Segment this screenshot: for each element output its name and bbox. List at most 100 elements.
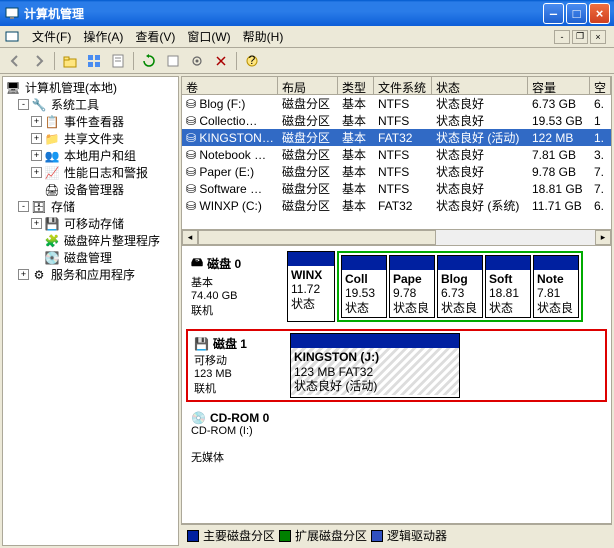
col-capacity[interactable]: 容量 (528, 77, 590, 94)
col-fs[interactable]: 文件系统 (374, 77, 432, 94)
removable-icon: 💾 (44, 216, 60, 232)
tree-perflogs[interactable]: + 📈 性能日志和警报 (5, 164, 176, 181)
volume-icon: ⛁ (186, 182, 199, 196)
diskmgmt-icon: 💽 (44, 250, 60, 266)
partition[interactable]: KINGSTON (J:)123 MB FAT32状态良好 (活动) (290, 333, 460, 398)
menu-action[interactable]: 操作(A) (77, 26, 129, 47)
app-icon (4, 5, 20, 21)
extended-partition: Coll19.53状态 Pape9.78状态良 Blog6.73状态良 Soft… (337, 251, 583, 322)
disk-layout-pane: 🖴磁盘 0 基本 74.40 GB 联机 WINX11.72状态 Coll19.… (181, 246, 612, 524)
mdi-restore-button[interactable]: ❐ (572, 30, 588, 44)
expand-icon[interactable]: + (31, 150, 42, 161)
tree-systools[interactable]: - 🔧 系统工具 (5, 96, 176, 113)
mdi-min-button[interactable]: - (554, 30, 570, 44)
col-volume[interactable]: 卷 (182, 77, 278, 94)
partition[interactable]: WINX11.72状态 (287, 251, 335, 322)
table-row[interactable]: ⛁ Collectio…磁盘分区基本NTFS状态良好19.53 GB1 (182, 112, 611, 129)
col-type[interactable]: 类型 (338, 77, 374, 94)
volume-icon: ⛁ (186, 131, 199, 145)
menu-file[interactable]: 文件(F) (26, 26, 77, 47)
computer-icon: 🖥 (5, 80, 21, 96)
legend: 主要磁盘分区 扩展磁盘分区 逻辑驱动器 (181, 524, 612, 546)
minimize-button[interactable]: ‒ (543, 3, 564, 24)
toolbar: ? (0, 48, 614, 74)
mdi-close-button[interactable]: × (590, 30, 606, 44)
tree-defrag[interactable]: 🧩 磁盘碎片整理程序 (5, 232, 176, 249)
scroll-thumb[interactable] (198, 230, 436, 245)
tree-devmgr[interactable]: 🖨 设备管理器 (5, 181, 176, 198)
expand-icon[interactable]: + (31, 218, 42, 229)
volume-table: 卷 布局 类型 文件系统 状态 容量 空 ⛁ Blog (F:)磁盘分区基本NT… (181, 76, 612, 246)
up-button[interactable] (59, 50, 81, 72)
device-icon: 🖨 (44, 182, 60, 198)
close-button[interactable]: × (589, 3, 610, 24)
table-row[interactable]: ⛁ WINXP (C:)磁盘分区基本FAT32状态良好 (系统)11.71 GB… (182, 197, 611, 214)
scroll-left-button[interactable]: ◂ (182, 230, 198, 245)
col-free[interactable]: 空 (590, 77, 611, 94)
expand-icon[interactable]: + (18, 269, 29, 280)
tree-sharedfolders[interactable]: + 📁 共享文件夹 (5, 130, 176, 147)
disk-row-cdrom[interactable]: 💿CD-ROM 0 CD-ROM (I:) 无媒体 (186, 408, 607, 468)
removable-disk-icon: 💾 (194, 337, 209, 351)
partition[interactable]: Soft18.81状态 (485, 255, 531, 318)
tree-removable[interactable]: + 💾 可移动存储 (5, 215, 176, 232)
help-button[interactable]: ? (241, 50, 263, 72)
legend-primary: 主要磁盘分区 (203, 527, 275, 544)
legend-logical: 逻辑驱动器 (387, 527, 447, 544)
table-row[interactable]: ⛁ Software …磁盘分区基本NTFS状态良好18.81 GB7. (182, 180, 611, 197)
expand-icon[interactable]: + (31, 133, 42, 144)
expand-icon[interactable]: + (31, 167, 42, 178)
table-header: 卷 布局 类型 文件系统 状态 容量 空 (182, 77, 611, 95)
tree-eventviewer[interactable]: + 📋 事件查看器 (5, 113, 176, 130)
legend-swatch-extended (279, 530, 291, 542)
collapse-icon[interactable]: - (18, 201, 29, 212)
partition[interactable]: Blog6.73状态良 (437, 255, 483, 318)
volume-icon: ⛁ (186, 199, 199, 213)
tree-diskmgmt[interactable]: 💽 磁盘管理 (5, 249, 176, 266)
tools-icon: 🔧 (31, 97, 47, 113)
export-button[interactable] (162, 50, 184, 72)
settings-button[interactable] (186, 50, 208, 72)
properties-button[interactable] (107, 50, 129, 72)
h-scrollbar[interactable]: ◂ ▸ (182, 229, 611, 245)
table-row[interactable]: ⛁ Notebook …磁盘分区基本NTFS状态良好7.81 GB3. (182, 146, 611, 163)
scroll-right-button[interactable]: ▸ (595, 230, 611, 245)
share-icon: 📁 (44, 131, 60, 147)
tree-storage[interactable]: - 🗄 存储 (5, 198, 176, 215)
col-layout[interactable]: 布局 (278, 77, 338, 94)
menu-help[interactable]: 帮助(H) (237, 26, 290, 47)
delete-button[interactable] (210, 50, 232, 72)
titlebar: 计算机管理 ‒ □ × (0, 0, 614, 26)
partition[interactable]: Coll19.53状态 (341, 255, 387, 318)
tree-services[interactable]: + ⚙ 服务和应用程序 (5, 266, 176, 283)
svg-text:?: ? (249, 54, 256, 67)
refresh-button[interactable] (138, 50, 160, 72)
expand-icon[interactable]: + (31, 116, 42, 127)
partition[interactable]: Note7.81状态良 (533, 255, 579, 318)
volume-icon: ⛁ (186, 97, 199, 111)
legend-swatch-logical (371, 530, 383, 542)
legend-extended: 扩展磁盘分区 (295, 527, 367, 544)
forward-button[interactable] (28, 50, 50, 72)
cdrom-icon: 💿 (191, 411, 206, 425)
disk-row-0[interactable]: 🖴磁盘 0 基本 74.40 GB 联机 WINX11.72状态 Coll19.… (186, 250, 607, 323)
window-title: 计算机管理 (24, 5, 84, 22)
view-list-button[interactable] (83, 50, 105, 72)
table-row[interactable]: ⛁ Blog (F:)磁盘分区基本NTFS状态良好6.73 GB6. (182, 95, 611, 112)
tree-localusers[interactable]: + 👥 本地用户和组 (5, 147, 176, 164)
collapse-icon[interactable]: - (18, 99, 29, 110)
col-status[interactable]: 状态 (432, 77, 528, 94)
tree-root[interactable]: 🖥 计算机管理(本地) (5, 79, 176, 96)
menu-window[interactable]: 窗口(W) (181, 26, 236, 47)
services-icon: ⚙ (31, 267, 47, 283)
maximize-button[interactable]: □ (566, 3, 587, 24)
storage-icon: 🗄 (31, 199, 47, 215)
disk-row-1[interactable]: 💾磁盘 1 可移动 123 MB 联机 KINGSTON (J:)123 MB … (186, 329, 607, 402)
disk-icon: 🖴 (191, 253, 203, 274)
volume-icon: ⛁ (186, 148, 199, 162)
partition[interactable]: Pape9.78状态良 (389, 255, 435, 318)
menu-view[interactable]: 查看(V) (129, 26, 181, 47)
back-button[interactable] (4, 50, 26, 72)
table-row[interactable]: ⛁ KINGSTON …磁盘分区基本FAT32状态良好 (活动)122 MB1. (182, 129, 611, 146)
table-row[interactable]: ⛁ Paper (E:)磁盘分区基本NTFS状态良好9.78 GB7. (182, 163, 611, 180)
